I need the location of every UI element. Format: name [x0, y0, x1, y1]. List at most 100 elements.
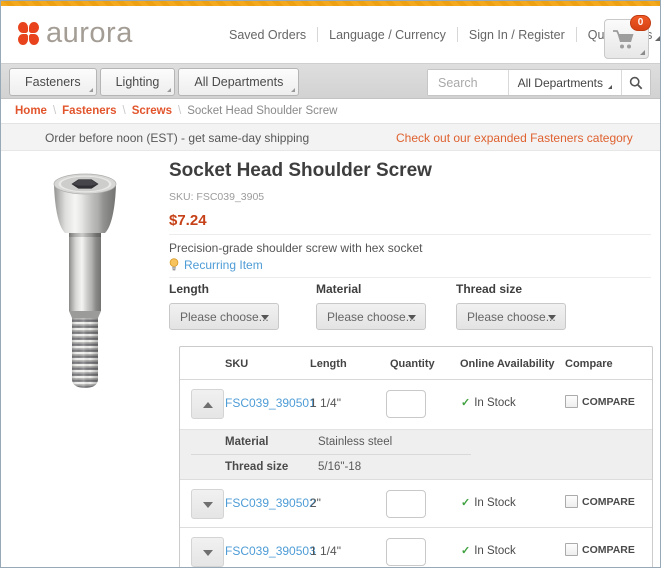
quantity-input[interactable] — [386, 490, 426, 518]
column-header-sku: SKU — [225, 358, 249, 370]
chevron-corner-icon — [655, 35, 660, 41]
chevron-down-icon — [261, 315, 269, 320]
table-row: FSC039_390502 2" ✓ In Stock COMPARE — [180, 479, 652, 527]
header-links: Saved Orders Language / Currency Sign In… — [229, 6, 660, 63]
compare-control: COMPARE — [565, 495, 635, 508]
divider — [169, 277, 651, 278]
table-row: FSC039_390501 1 1/4" ✓ In Stock COMPARE — [180, 380, 652, 429]
chevron-up-icon — [203, 402, 213, 408]
thread-size-select[interactable]: Please choose... — [456, 303, 566, 330]
category-navbar: Fasteners Lighting All Departments All D… — [1, 63, 660, 99]
recurring-item-link[interactable]: Recurring Item — [169, 258, 263, 272]
breadcrumb-fasteners[interactable]: Fasteners — [62, 105, 116, 117]
option-label: Length — [169, 282, 209, 296]
compare-control: COMPARE — [565, 543, 635, 556]
breadcrumb-home[interactable]: Home — [15, 105, 47, 117]
divider — [317, 27, 319, 42]
saved-orders-link[interactable]: Saved Orders — [229, 28, 306, 42]
collapse-row-button[interactable] — [191, 389, 224, 419]
page: aurora Saved Orders Language / Currency … — [0, 0, 661, 568]
divider — [456, 27, 458, 42]
logo-link[interactable]: aurora — [18, 18, 133, 48]
chevron-down-icon — [203, 550, 213, 556]
expand-row-button[interactable] — [191, 537, 224, 567]
promo-message: Order before noon (EST) - get same-day s… — [45, 131, 310, 145]
option-label: Material — [316, 282, 362, 296]
variant-length: 2" — [310, 496, 321, 510]
availability-status: ✓ In Stock — [461, 496, 516, 510]
table-header-row: SKU Length Quantity Online Availability … — [180, 347, 652, 380]
breadcrumb: Home \ Fasteners \ Screws \ Socket Head … — [1, 99, 660, 123]
option-material: Material Please choose... — [316, 282, 426, 330]
search-icon — [629, 76, 643, 89]
check-icon: ✓ — [461, 545, 471, 557]
column-header-quantity: Quantity — [390, 358, 435, 370]
breadcrumb-separator: \ — [122, 105, 126, 117]
dropdown-corner-icon — [88, 88, 93, 92]
table-row: FSC039_390503 1 1/4" ✓ In Stock COMPARE — [180, 527, 652, 567]
quantity-input[interactable] — [386, 538, 426, 566]
dropdown-corner-icon — [167, 88, 172, 92]
compare-label: COMPARE — [582, 395, 635, 408]
quantity-input[interactable] — [386, 390, 426, 418]
material-select[interactable]: Please choose... — [316, 303, 426, 330]
divider — [575, 27, 577, 42]
availability-status: ✓ In Stock — [461, 396, 516, 410]
detail-label: Thread size — [225, 461, 289, 473]
dropdown-corner-icon — [291, 88, 296, 92]
tab-all-departments[interactable]: All Departments — [178, 68, 300, 96]
product-sku: SKU: FSC039_3905 — [169, 191, 265, 203]
check-icon: ✓ — [461, 397, 471, 409]
logo-text: aurora — [46, 17, 133, 49]
variant-details-panel: Material Stainless steel Thread size 5/1… — [180, 429, 652, 480]
search-scope-dropdown[interactable]: All Departments — [507, 70, 621, 95]
compare-label: COMPARE — [582, 495, 635, 508]
chevron-down-icon — [548, 315, 556, 320]
product-detail: Socket Head Shoulder Screw SKU: FSC039_3… — [1, 151, 660, 567]
detail-row: Material Stainless steel — [191, 430, 471, 455]
breadcrumb-screws[interactable]: Screws — [132, 105, 172, 117]
compare-checkbox[interactable] — [565, 495, 578, 508]
variant-sku-link[interactable]: FSC039_390503 — [225, 544, 316, 558]
compare-label: COMPARE — [582, 543, 635, 556]
detail-row: Thread size 5/16"-18 — [191, 455, 471, 480]
length-select[interactable]: Please choose... — [169, 303, 279, 330]
option-thread-size: Thread size Please choose... — [456, 282, 566, 330]
aurora-flower-icon — [18, 22, 40, 46]
search-input[interactable] — [428, 70, 508, 95]
variant-sku-link[interactable]: FSC039_390501 — [225, 396, 316, 410]
detail-label: Material — [225, 436, 269, 448]
tab-lighting[interactable]: Lighting — [99, 68, 176, 96]
lightbulb-icon — [169, 258, 179, 271]
check-icon: ✓ — [461, 497, 471, 509]
variant-sku-link[interactable]: FSC039_390502 — [225, 496, 316, 510]
tab-fasteners[interactable]: Fasteners — [9, 68, 97, 96]
column-header-availability: Online Availability — [460, 358, 555, 370]
compare-control: COMPARE — [565, 395, 635, 408]
variant-length: 1 1/4" — [310, 544, 341, 558]
breadcrumb-separator: \ — [52, 105, 57, 117]
language-currency-link[interactable]: Language / Currency — [329, 28, 446, 42]
compare-checkbox[interactable] — [565, 395, 578, 408]
product-price: $7.24 — [169, 212, 207, 229]
chevron-down-icon — [408, 315, 416, 320]
product-description: Precision-grade shoulder screw with hex … — [169, 241, 423, 255]
promo-bar: Order before noon (EST) - get same-day s… — [1, 123, 660, 151]
chevron-down-icon — [203, 502, 213, 508]
compare-checkbox[interactable] — [565, 543, 578, 556]
search-button[interactable] — [621, 70, 650, 95]
detail-value: 5/16"-18 — [318, 461, 362, 473]
sign-in-register-link[interactable]: Sign In / Register — [469, 28, 565, 42]
expand-row-button[interactable] — [191, 489, 224, 519]
breadcrumb-current: Socket Head Shoulder Screw — [187, 105, 338, 117]
cart-icon — [613, 30, 634, 49]
breadcrumb-separator: \ — [177, 105, 182, 117]
product-title: Socket Head Shoulder Screw — [169, 160, 432, 181]
cart-button[interactable]: 0 — [604, 15, 651, 59]
availability-status: ✓ In Stock — [461, 544, 516, 558]
divider — [169, 234, 651, 235]
promo-link[interactable]: Check out our expanded Fasteners categor… — [396, 131, 633, 145]
column-header-compare: Compare — [565, 358, 613, 370]
category-tabs: Fasteners Lighting All Departments — [9, 68, 300, 96]
detail-value: Stainless steel — [318, 436, 393, 448]
